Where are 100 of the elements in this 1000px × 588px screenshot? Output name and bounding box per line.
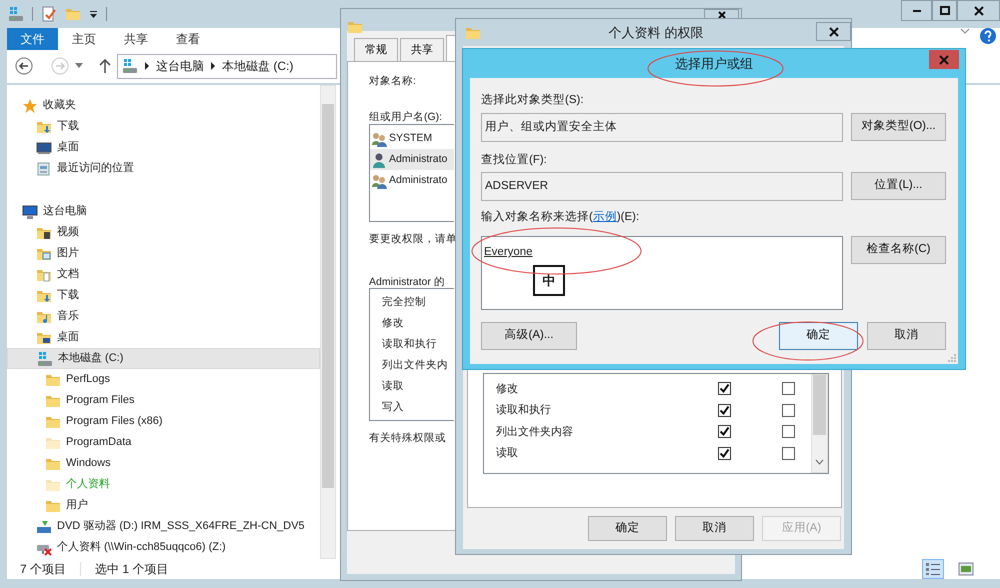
ribbon-tab[interactable]: 主页 bbox=[58, 28, 110, 50]
object-types-button[interactable]: 对象类型(O)... bbox=[851, 113, 946, 141]
principal-list[interactable]: SYSTEM Administrato Administrato bbox=[369, 124, 454, 222]
object-name-label: 对象名称: bbox=[369, 74, 416, 89]
ribbon-tab[interactable]: 共享 bbox=[110, 28, 162, 50]
help-icon[interactable] bbox=[980, 28, 996, 44]
field-label: 选择此对象类型(S): bbox=[481, 92, 585, 108]
nav-item[interactable]: 桌面 bbox=[7, 327, 320, 348]
checkbox[interactable] bbox=[782, 446, 795, 460]
up-arrow-icon[interactable] bbox=[99, 59, 111, 73]
close-button[interactable] bbox=[816, 22, 851, 41]
dialog-button[interactable]: 取消 bbox=[867, 322, 946, 350]
breadcrumb-item[interactable]: 本地磁盘 (C:) bbox=[222, 57, 294, 75]
dialog-button[interactable]: 取消 bbox=[675, 516, 754, 541]
maximize-button[interactable] bbox=[932, 0, 957, 21]
principal-item[interactable]: Administrato bbox=[370, 170, 454, 191]
examples-link[interactable]: 示例 bbox=[592, 210, 617, 223]
close-button[interactable] bbox=[957, 0, 1000, 21]
drive-icon bbox=[37, 350, 53, 366]
close-icon bbox=[974, 6, 984, 16]
nav-item[interactable]: 这台电脑 bbox=[7, 201, 320, 222]
nav-item[interactable]: Program Files bbox=[7, 390, 320, 411]
expand-chevron-icon[interactable] bbox=[960, 28, 970, 36]
recent-caret-icon[interactable] bbox=[75, 63, 83, 69]
ribbon-tab[interactable]: 查看 bbox=[162, 28, 214, 50]
checkbox[interactable] bbox=[782, 382, 795, 396]
permission-name: 列出文件夹内 bbox=[382, 358, 448, 373]
star-icon bbox=[22, 98, 38, 114]
close-icon bbox=[828, 26, 838, 36]
scroll-down-icon[interactable] bbox=[815, 458, 824, 465]
checkbox[interactable] bbox=[718, 446, 731, 460]
permission-name: 列出文件夹内容 bbox=[496, 426, 573, 438]
check-names-button[interactable]: 检查名称(C) bbox=[851, 236, 946, 264]
dialog-button[interactable]: 确定 bbox=[779, 322, 858, 350]
nav-item[interactable]: Program Files (x86) bbox=[7, 411, 320, 432]
details-view-button[interactable] bbox=[922, 559, 944, 579]
nav-item[interactable]: 文档 bbox=[7, 264, 320, 285]
checkbox[interactable] bbox=[718, 382, 731, 396]
nav-item[interactable]: 图片 bbox=[7, 243, 320, 264]
maximize-icon bbox=[940, 6, 950, 16]
nav-item[interactable]: 个人资料 (\\Win-cch85uqqco6) (Z:) bbox=[7, 537, 320, 558]
nav-item[interactable]: 本地磁盘 (C:) bbox=[7, 348, 320, 369]
field-label: 查找位置(F): bbox=[481, 152, 548, 168]
principal-item[interactable]: Administrato bbox=[370, 149, 454, 170]
user-icon bbox=[371, 152, 387, 168]
object-type-field[interactable]: 用户、组或内置安全主体 bbox=[481, 113, 843, 142]
nav-item[interactable]: 用户 bbox=[7, 495, 320, 516]
close-button[interactable] bbox=[704, 9, 739, 18]
checkbox[interactable] bbox=[718, 425, 731, 438]
nav-item[interactable]: 下载 bbox=[7, 116, 320, 137]
ribbon-tab[interactable]: 文件 bbox=[7, 28, 58, 50]
permission-name: 读取和执行 bbox=[496, 404, 551, 416]
close-icon bbox=[939, 54, 949, 64]
selection-count: 选中 1 个项目 bbox=[95, 561, 168, 578]
large-icons-view-icon[interactable] bbox=[958, 562, 974, 576]
properties-icon[interactable] bbox=[41, 6, 57, 22]
locations-button[interactable]: 位置(L)... bbox=[851, 172, 946, 200]
nav-item[interactable]: 下载 bbox=[7, 285, 320, 306]
nav-item[interactable]: 音乐 bbox=[7, 306, 320, 327]
tab[interactable]: 共享 bbox=[400, 38, 444, 61]
permission-name: 修改 bbox=[496, 382, 518, 394]
location-field[interactable]: ADSERVER bbox=[481, 172, 843, 201]
change-hint: 要更改权限，请单 bbox=[369, 232, 457, 247]
nav-item[interactable]: ProgramData bbox=[7, 432, 320, 453]
groups-label: 组或用户名(G): bbox=[369, 110, 442, 125]
minimize-button[interactable] bbox=[901, 0, 932, 21]
permission-name: 修改 bbox=[382, 316, 404, 331]
permission-name: 读取和执行 bbox=[382, 336, 437, 352]
drive-icon bbox=[122, 58, 138, 74]
nav-item[interactable]: 个人资料 bbox=[7, 474, 320, 495]
breadcrumb-item[interactable]: 这台电脑 bbox=[156, 57, 204, 75]
nav-item[interactable]: Windows bbox=[7, 453, 320, 474]
nav-item[interactable]: 桌面 bbox=[7, 137, 320, 158]
desktop-icon bbox=[36, 140, 52, 156]
users-icon bbox=[371, 130, 387, 146]
checkbox[interactable] bbox=[718, 404, 731, 417]
input-method-indicator: 中 bbox=[533, 265, 565, 296]
nav-item[interactable]: PerfLogs bbox=[7, 369, 320, 390]
nav-item[interactable]: 视频 bbox=[7, 222, 320, 243]
address-bar[interactable]: 这台电脑 本地磁盘 (C:) bbox=[117, 54, 337, 78]
checkbox[interactable] bbox=[782, 425, 795, 438]
dialog-button[interactable]: 确定 bbox=[588, 516, 667, 541]
dialog-title: 选择用户或组 bbox=[675, 54, 753, 73]
permission-name: 读取 bbox=[496, 447, 518, 459]
item-count: 7 个项目 bbox=[20, 561, 66, 578]
field-label: 输入对象名称来选择(示例)(E): bbox=[481, 210, 640, 225]
window-title: 个人资料 的权限 bbox=[608, 24, 704, 42]
folder-icon bbox=[465, 25, 481, 42]
permissions-label: Administrator 的 bbox=[369, 275, 445, 290]
chevron-right-icon bbox=[210, 62, 216, 70]
principal-item[interactable]: SYSTEM bbox=[370, 128, 454, 149]
nav-item[interactable]: DVD 驱动器 (D:) IRM_SSS_X64FRE_ZH-CN_DV5 bbox=[7, 516, 320, 537]
nav-item[interactable]: 最近访问的位置 bbox=[7, 158, 320, 179]
advanced-button[interactable]: 高级(A)... bbox=[481, 322, 577, 350]
checkbox[interactable] bbox=[782, 404, 795, 417]
nav-item[interactable]: 收藏夹 bbox=[7, 95, 320, 116]
tab[interactable]: 常规 bbox=[354, 38, 398, 61]
computer-icon bbox=[22, 204, 38, 220]
customize-caret-icon[interactable] bbox=[89, 10, 98, 18]
back-icon[interactable] bbox=[15, 57, 33, 75]
